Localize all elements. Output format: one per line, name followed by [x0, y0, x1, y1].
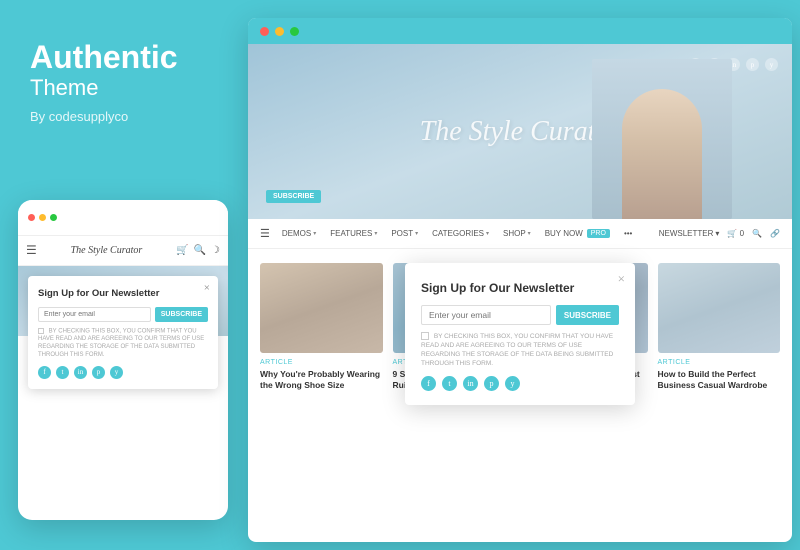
desktop-newsletter-title: Sign Up for Our Newsletter: [421, 281, 619, 295]
desktop-nav-cart-icon[interactable]: 🛒 0: [727, 229, 744, 238]
desktop-nl-instagram-icon[interactable]: in: [463, 376, 478, 391]
mobile-instagram-icon[interactable]: in: [74, 366, 87, 379]
desktop-nav-pro-badge: PRO: [587, 229, 610, 238]
mobile-hamburger-icon[interactable]: ☰: [26, 243, 37, 258]
desktop-nav-post[interactable]: POST ▾: [391, 229, 418, 238]
desktop-nav-buynow[interactable]: BUY NOW PRO: [545, 229, 610, 238]
desktop-newsletter-email-input[interactable]: [421, 305, 551, 325]
desktop-hero: SUBSCRIBE f t in p y The Style Curator: [248, 44, 792, 219]
mobile-youtube-icon[interactable]: y: [110, 366, 123, 379]
desktop-hero-youtube-icon[interactable]: y: [765, 58, 778, 71]
theme-by: By codesupplyco: [30, 109, 210, 124]
desktop-nl-twitter-icon[interactable]: t: [442, 376, 457, 391]
desktop-nav: ☰ DEMOS ▾ FEATURES ▾ POST ▾ CATEGORIES ▾…: [248, 219, 792, 249]
desktop-nav-more[interactable]: •••: [624, 229, 632, 238]
desktop-newsletter-close-button[interactable]: ×: [618, 271, 625, 287]
theme-title-bold: Authentic: [30, 40, 210, 75]
desktop-nl-youtube-icon[interactable]: y: [505, 376, 520, 391]
mobile-moon-icon[interactable]: ☽: [211, 245, 220, 256]
desktop-nl-pinterest-icon[interactable]: p: [484, 376, 499, 391]
desktop-newsletter-subscribe-button[interactable]: SUBSCRIBE: [556, 305, 619, 325]
desktop-article-tag-1: ARTICLE: [260, 359, 383, 366]
mobile-social-icons: f t in p y: [38, 366, 208, 379]
mobile-newsletter-form: SUBSCRIBE: [38, 307, 208, 322]
desktop-hero-logo: The Style Curator: [420, 116, 621, 148]
mobile-nav-icons: 🛒 🔍 ☽: [176, 245, 220, 256]
mobile-dot-yellow[interactable]: [39, 214, 46, 221]
desktop-nav-link-icon[interactable]: 🔗: [770, 229, 780, 238]
desktop-content: ARTICLE Why You're Probably Wearing the …: [248, 249, 792, 412]
desktop-article-1: ARTICLE Why You're Probably Wearing the …: [260, 263, 383, 391]
desktop-article-title-1: Why You're Probably Wearing the Wrong Sh…: [260, 369, 383, 391]
desktop-mockup: SUBSCRIBE f t in p y The Style Curator ☰…: [248, 18, 792, 542]
mobile-dot-red[interactable]: [28, 214, 35, 221]
theme-title-light: Theme: [30, 75, 210, 101]
mobile-newsletter-close-button[interactable]: ×: [204, 282, 210, 294]
desktop-nav-items: DEMOS ▾ FEATURES ▾ POST ▾ CATEGORIES ▾ S…: [282, 229, 659, 238]
desktop-article-image-1: [260, 263, 383, 353]
mobile-newsletter-popup: × Sign Up for Our Newsletter SUBSCRIBE B…: [28, 276, 218, 389]
desktop-article-4: ARTICLE How to Build the Perfect Busines…: [658, 263, 781, 391]
desktop-newsletter-checkbox[interactable]: [421, 332, 429, 340]
mobile-window-dots: [28, 214, 57, 221]
desktop-article-image-4: [658, 263, 781, 353]
mobile-mockup: ☰ The Style Curator 🛒 🔍 ☽ × Sign Up for …: [18, 200, 228, 520]
desktop-dot-red[interactable]: [260, 27, 269, 36]
mobile-newsletter-subscribe-button[interactable]: SUBSCRIBE: [155, 307, 208, 322]
desktop-hero-person-image: [592, 59, 732, 219]
mobile-newsletter-email-input[interactable]: [38, 307, 151, 322]
desktop-hero-person-silhouette: [622, 89, 702, 219]
desktop-nav-right: NEWSLETTER ▾ 🛒 0 🔍 🔗: [659, 229, 780, 238]
desktop-hero-pinterest-icon[interactable]: p: [746, 58, 759, 71]
mobile-newsletter-checkbox[interactable]: [38, 328, 44, 334]
desktop-nl-facebook-icon[interactable]: f: [421, 376, 436, 391]
desktop-newsletter-terms: BY CHECKING THIS BOX, YOU CONFIRM THAT Y…: [421, 332, 619, 368]
desktop-newsletter-form: SUBSCRIBE: [421, 305, 619, 325]
mobile-nav: ☰ The Style Curator 🛒 🔍 ☽: [18, 236, 228, 266]
mobile-newsletter-terms: BY CHECKING THIS BOX, YOU CONFIRM THAT Y…: [38, 328, 208, 360]
desktop-hamburger-icon[interactable]: ☰: [260, 227, 270, 240]
mobile-twitter-icon[interactable]: t: [56, 366, 69, 379]
mobile-cart-icon[interactable]: 🛒: [176, 245, 188, 256]
desktop-dot-yellow[interactable]: [275, 27, 284, 36]
mobile-pinterest-icon[interactable]: p: [92, 366, 105, 379]
desktop-hero-cta-button[interactable]: SUBSCRIBE: [266, 190, 321, 203]
mobile-logo: The Style Curator: [71, 245, 143, 256]
desktop-nav-categories[interactable]: CATEGORIES ▾: [432, 229, 489, 238]
desktop-nav-newsletter[interactable]: NEWSLETTER ▾: [659, 229, 720, 238]
desktop-top-bar: [248, 18, 792, 44]
mobile-newsletter-title: Sign Up for Our Newsletter: [38, 288, 208, 299]
desktop-nav-demos[interactable]: DEMOS ▾: [282, 229, 316, 238]
desktop-newsletter-popup: × Sign Up for Our Newsletter SUBSCRIBE B…: [405, 263, 635, 405]
desktop-article-title-4: How to Build the Perfect Business Casual…: [658, 369, 781, 391]
mobile-dot-green[interactable]: [50, 214, 57, 221]
desktop-nav-features[interactable]: FEATURES ▾: [330, 229, 377, 238]
mobile-facebook-icon[interactable]: f: [38, 366, 51, 379]
desktop-nav-search-icon[interactable]: 🔍: [752, 229, 762, 238]
desktop-dot-green[interactable]: [290, 27, 299, 36]
desktop-article-tag-4: ARTICLE: [658, 359, 781, 366]
desktop-newsletter-social-icons: f t in p y: [421, 376, 619, 391]
desktop-nav-shop[interactable]: SHOP ▾: [503, 229, 531, 238]
mobile-top-bar: [18, 200, 228, 236]
mobile-search-icon[interactable]: 🔍: [194, 245, 206, 256]
